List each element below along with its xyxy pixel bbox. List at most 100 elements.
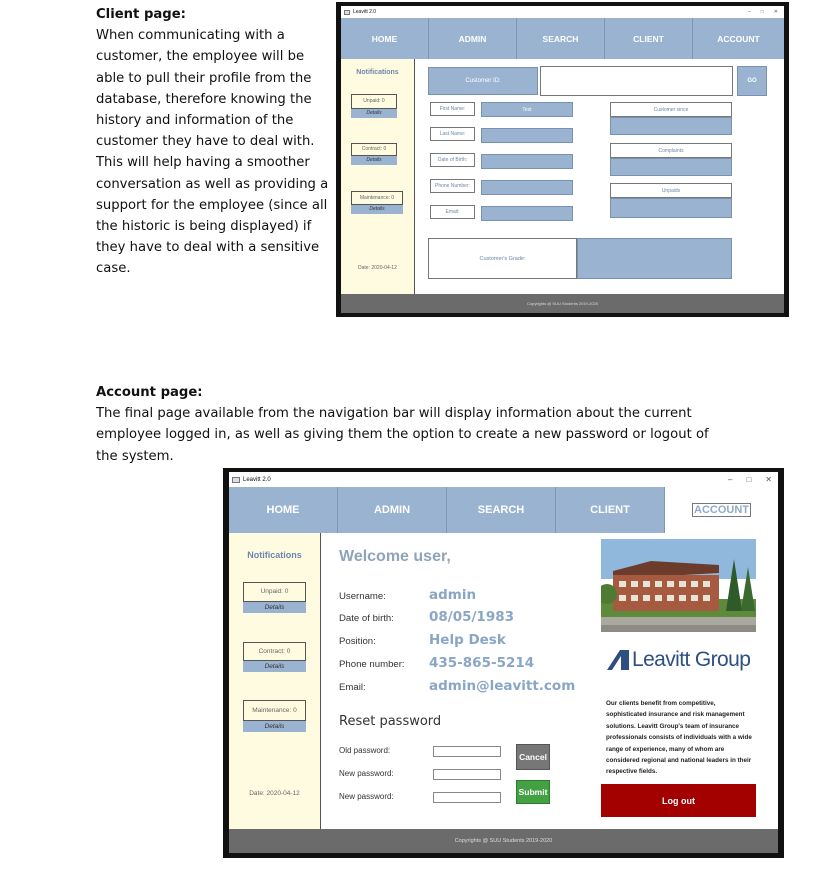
minimize-icon[interactable]: – xyxy=(748,9,751,15)
office-building-image xyxy=(601,539,756,632)
customer-grade-label: Customer's Grade: xyxy=(428,238,577,279)
logo-text: Leavitt Group xyxy=(632,648,751,671)
client-line: database, therefore knowing the xyxy=(96,91,312,107)
cancel-button[interactable]: Cancel xyxy=(516,744,550,770)
customer-since-value xyxy=(610,117,732,135)
client-section-text: Client page: When communicating with a c… xyxy=(96,4,331,280)
email-value: admin@leavitt.com xyxy=(429,678,576,694)
client-page-screenshot: Leavitt 2.0 – □ ✕ HOME ADMIN SEARCH CLIE… xyxy=(336,2,789,317)
tab-admin[interactable]: ADMIN xyxy=(429,18,517,59)
client-line: customer, the employee will be xyxy=(96,49,305,65)
new-password-input[interactable] xyxy=(433,769,501,780)
account-page-screenshot: Leavitt 2.0 – □ ✕ HOME ADMIN SEARCH CLIE… xyxy=(223,468,784,858)
maximize-icon[interactable]: □ xyxy=(746,475,751,484)
unpaid-details-button[interactable]: Details xyxy=(243,602,306,613)
welcome-heading: Welcome user, xyxy=(339,548,451,565)
company-description: Our clients benefit from competitive, so… xyxy=(606,698,766,778)
unpaid-card: Unpaid: 0 xyxy=(243,582,306,602)
account-line: The final page available from the naviga… xyxy=(96,406,692,422)
email-label: Email: xyxy=(430,205,475,219)
tab-account[interactable]: ACCOUNT xyxy=(665,487,778,533)
go-button[interactable]: GO xyxy=(737,66,767,96)
position-label: Position: xyxy=(339,636,376,647)
about-line: considered regional and national leaders… xyxy=(606,757,752,765)
client-section-heading: Client page: xyxy=(96,7,186,22)
maintenance-card: Maintenance: 0 xyxy=(351,191,403,205)
unpaid-details-button[interactable]: Details xyxy=(351,109,397,118)
tab-account[interactable]: ACCOUNT xyxy=(693,18,784,59)
contract-card: Contract: 0 xyxy=(243,642,306,661)
first-name-label: First Name: xyxy=(430,102,475,116)
unpaid-card: Unpaid: 0 xyxy=(351,94,397,109)
footer: Copyrights @ SUU Students 2019-2020 xyxy=(229,829,778,853)
first-name-value: Test xyxy=(481,102,573,117)
about-line: professionals consists of individuals wi… xyxy=(606,734,752,742)
sidebar: Notifications Unpaid: 0 Details Contract… xyxy=(229,533,321,829)
client-line: able to pull their profile from the xyxy=(96,70,312,86)
client-line: case. xyxy=(96,261,131,277)
username-value: admin xyxy=(429,587,477,603)
window-controls: – □ ✕ xyxy=(728,475,778,484)
email-label: Email: xyxy=(339,682,366,693)
submit-button[interactable]: Submit xyxy=(516,780,550,804)
customer-grade-value xyxy=(577,238,732,279)
phone-label: Phone Number: xyxy=(430,179,475,193)
maximize-icon[interactable]: □ xyxy=(761,9,764,15)
maintenance-details-button[interactable]: Details xyxy=(351,205,403,214)
customer-id-label: Customer ID: xyxy=(428,67,538,95)
dob-label: Date of Birth: xyxy=(430,153,475,167)
client-line: customer they have to deal with. xyxy=(96,134,315,150)
phone-value xyxy=(481,180,573,195)
close-icon[interactable]: ✕ xyxy=(765,475,772,484)
tab-admin[interactable]: ADMIN xyxy=(338,487,447,533)
old-password-label: Old password: xyxy=(339,746,391,755)
title-bar: Leavitt 2.0 – □ ✕ xyxy=(341,6,784,18)
nav-bar: HOME ADMIN SEARCH CLIENT ACCOUNT xyxy=(341,18,784,59)
notifications-title: Notifications xyxy=(247,550,302,560)
nav-bar: HOME ADMIN SEARCH CLIENT ACCOUNT xyxy=(229,487,778,533)
app-icon xyxy=(344,9,350,15)
username-label: Username: xyxy=(339,591,386,602)
about-line: range of experience, many of whom are xyxy=(606,745,725,753)
tab-account-label: ACCOUNT xyxy=(692,503,751,517)
customer-id-input[interactable] xyxy=(540,66,733,96)
maintenance-details-button[interactable]: Details xyxy=(243,721,306,732)
client-line: the historic is being displayed) if xyxy=(96,219,312,235)
confirm-password-input[interactable] xyxy=(433,792,501,803)
minimize-icon[interactable]: – xyxy=(728,475,732,484)
client-line: When communicating with a xyxy=(96,28,285,44)
client-line: conversation as well as providing a xyxy=(96,176,329,192)
tab-client[interactable]: CLIENT xyxy=(605,18,693,59)
about-line: sophisticated insurance and risk managem… xyxy=(606,711,745,719)
old-password-input[interactable] xyxy=(433,746,501,757)
close-icon[interactable]: ✕ xyxy=(774,9,778,15)
contract-details-button[interactable]: Details xyxy=(243,661,306,672)
logout-button[interactable]: Log out xyxy=(601,784,756,817)
client-line: This will help having a smoother xyxy=(96,155,310,171)
complaints-value xyxy=(610,158,732,176)
about-line: solutions. Leavitt Group's team of insur… xyxy=(606,722,740,730)
account-line: employee logged in, as well as giving th… xyxy=(96,427,709,443)
email-value xyxy=(481,206,573,221)
tab-search[interactable]: SEARCH xyxy=(517,18,605,59)
tab-client[interactable]: CLIENT xyxy=(556,487,665,533)
dob-value xyxy=(481,154,573,169)
tab-home[interactable]: HOME xyxy=(229,487,338,533)
account-section-text: Account page: The final page available f… xyxy=(96,382,736,467)
client-line: support for the employee (since all xyxy=(96,197,328,213)
sidebar: Notifications Unpaid: 0 Details Contract… xyxy=(341,59,415,294)
window-controls: – □ ✕ xyxy=(748,9,784,15)
unpaids-value xyxy=(610,198,732,218)
last-name-value xyxy=(481,128,573,143)
client-line: they have to deal with a sensitive xyxy=(96,240,320,256)
dob-label: Date of birth: xyxy=(339,613,394,624)
window-title: Leavitt 2.0 xyxy=(243,476,271,483)
about-line: respective fields. xyxy=(606,768,658,776)
contract-details-button[interactable]: Details xyxy=(351,156,397,165)
notifications-title: Notifications xyxy=(356,69,399,76)
date-label: Date: 2020-04-12 xyxy=(358,265,397,271)
tab-search[interactable]: SEARCH xyxy=(447,487,556,533)
tab-home[interactable]: HOME xyxy=(341,18,429,59)
client-line: history and information of the xyxy=(96,113,294,129)
unpaids-label: Unpaids xyxy=(610,183,732,198)
